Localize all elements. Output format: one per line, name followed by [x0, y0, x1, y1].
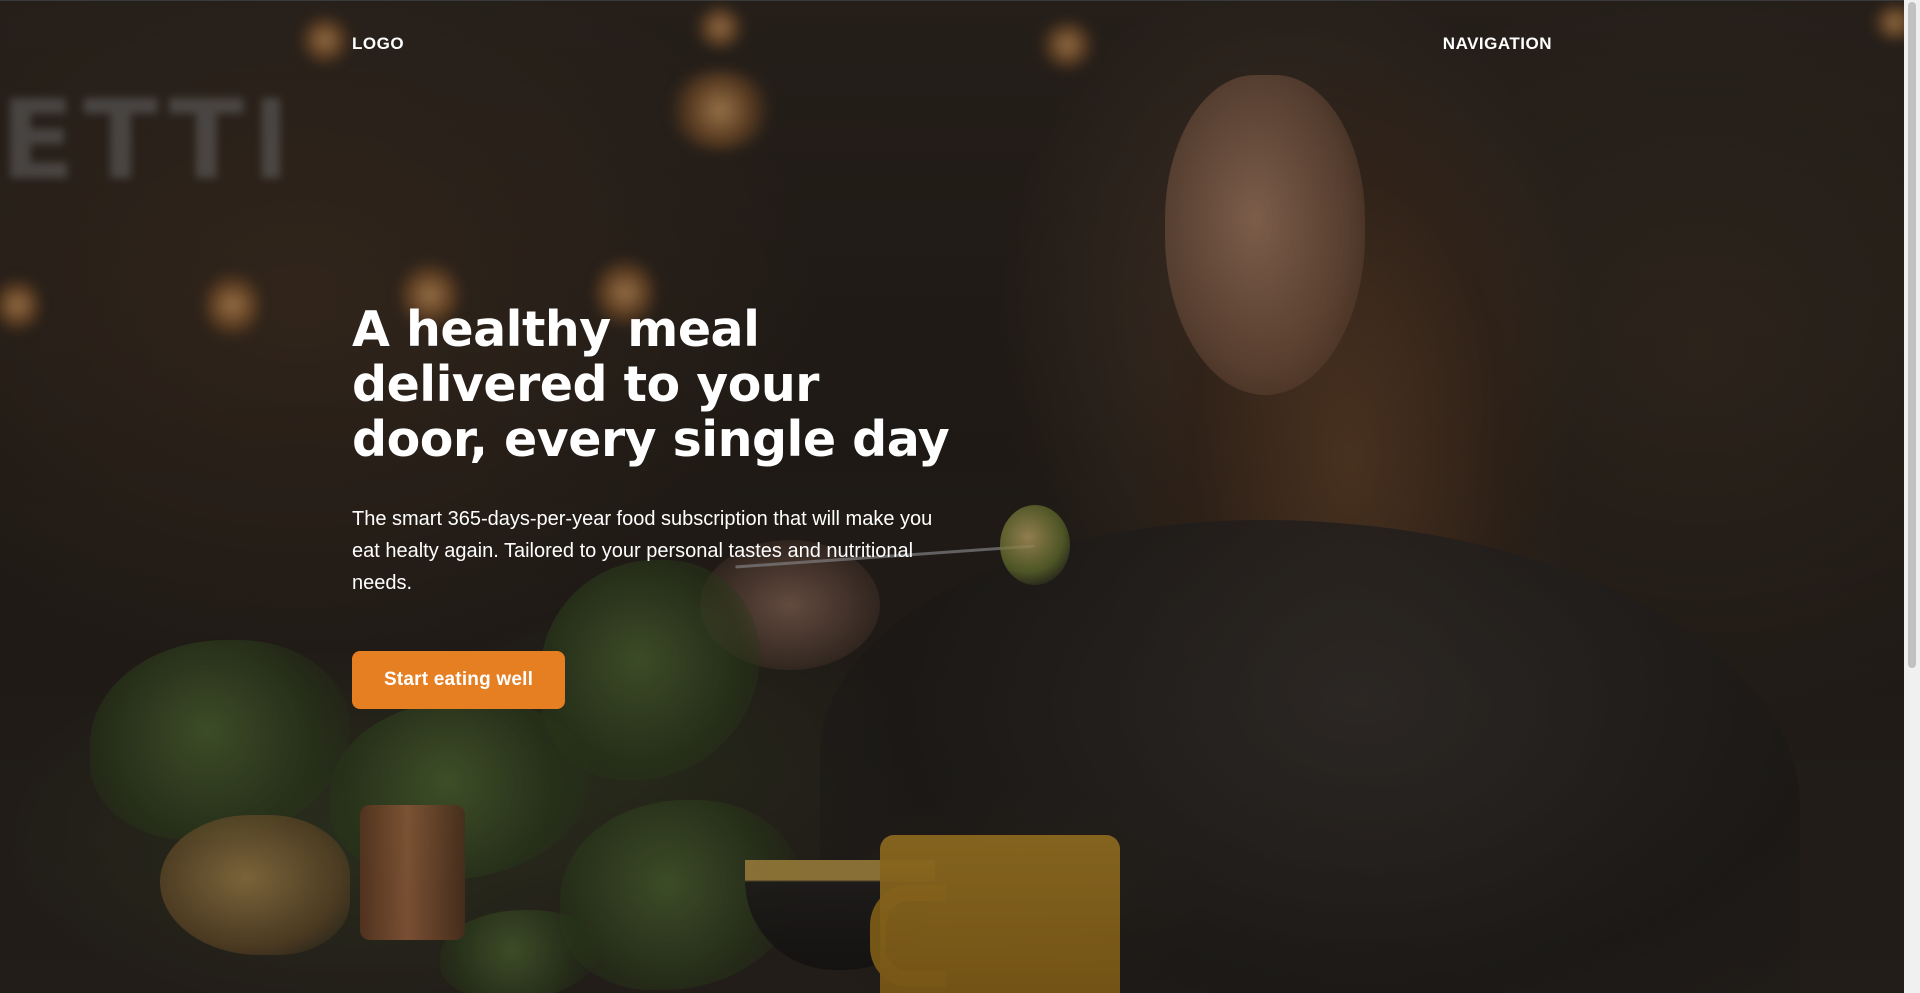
page: ETTE LOGO NAVIGATION A healthy meal deli…: [0, 0, 1920, 993]
site-header: LOGO NAVIGATION: [352, 30, 1552, 58]
start-eating-well-button[interactable]: Start eating well: [352, 651, 566, 709]
top-border: [0, 0, 1920, 1]
hero-description: The smart 365-days-per-year food subscri…: [352, 508, 933, 594]
hero-content: A healthy meal delivered to your door, e…: [352, 302, 972, 709]
hero-title: A healthy meal delivered to your door, e…: [352, 301, 950, 468]
logo[interactable]: LOGO: [352, 34, 404, 54]
page-scrollbar[interactable]: [1904, 0, 1920, 993]
navigation-link[interactable]: NAVIGATION: [1443, 34, 1552, 54]
scrollbar-thumb[interactable]: [1908, 2, 1916, 668]
